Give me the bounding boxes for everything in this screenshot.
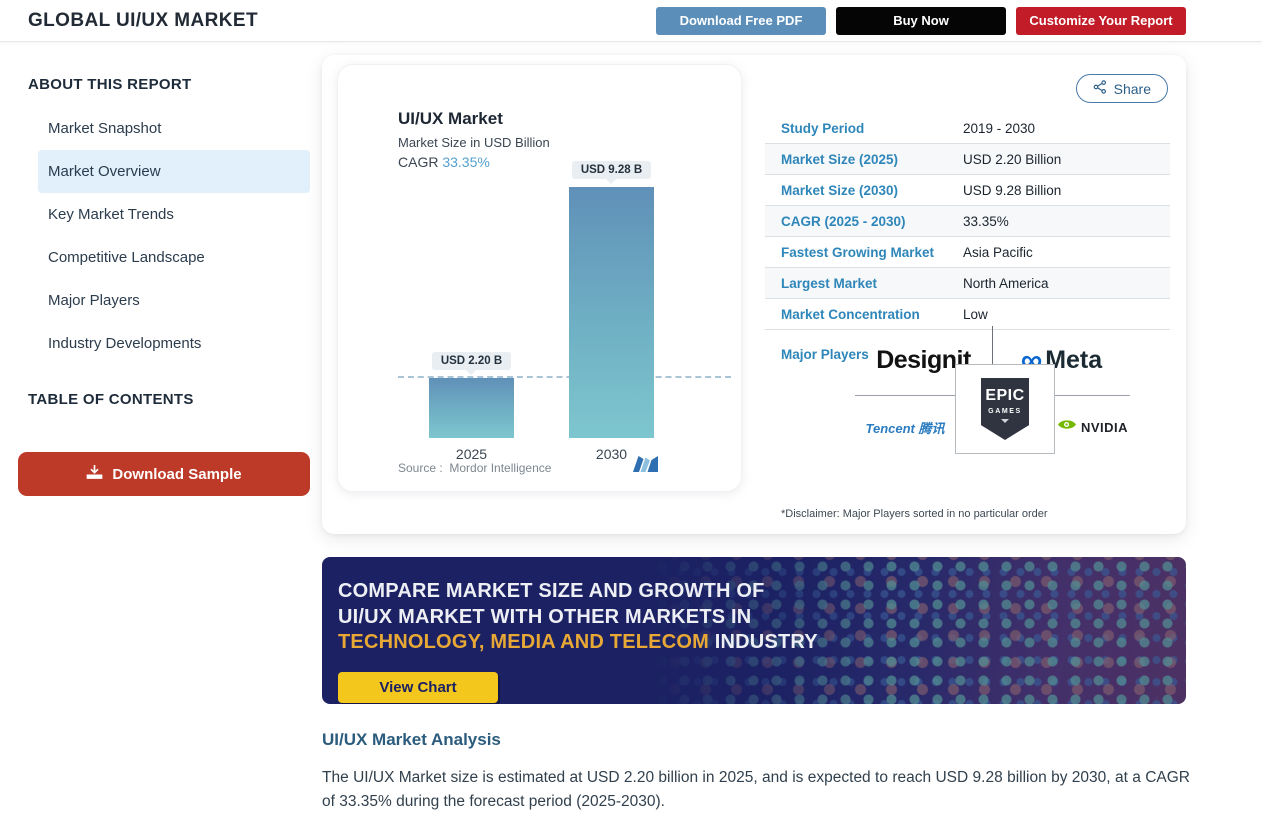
table-of-contents-heading: TABLE OF CONTENTS [28, 391, 310, 408]
header-actions: Download Free PDF Buy Now Customize Your… [656, 7, 1186, 35]
download-icon [86, 464, 103, 484]
download-sample-label: Download Sample [112, 466, 241, 483]
sidebar: ABOUT THIS REPORT Market Snapshot Market… [0, 42, 310, 814]
market-size-chart: UI/UX Market Market Size in USD Billion … [337, 64, 742, 492]
x-axis-label-2025: 2025 [429, 446, 514, 462]
market-overview-card: UI/UX Market Market Size in USD Billion … [322, 55, 1186, 534]
share-button[interactable]: Share [1076, 74, 1168, 103]
share-icon [1093, 80, 1107, 97]
bar-2030: USD 9.28 B [569, 161, 654, 438]
table-row: CAGR (2025 - 2030) 33.35% [765, 206, 1170, 237]
customize-report-button[interactable]: Customize Your Report [1016, 7, 1186, 35]
compare-market-banner: COMPARE MARKET SIZE AND GROWTH OF UI/UX … [322, 557, 1186, 704]
bar-2025: USD 2.20 B [429, 161, 514, 438]
sidebar-item-industry-developments[interactable]: Industry Developments [38, 322, 310, 365]
page-title: GLOBAL UI/UX MARKET [28, 10, 258, 32]
buy-now-button[interactable]: Buy Now [836, 7, 1006, 35]
sidebar-item-market-snapshot[interactable]: Market Snapshot [38, 107, 310, 150]
report-summary: Share Study Period 2019 - 2030 Market Si… [765, 64, 1170, 520]
chart-plot-area: USD 2.20 B USD 9.28 B 2025 2030 [398, 161, 695, 438]
view-chart-button[interactable]: View Chart [338, 672, 498, 703]
bar-2025-value-badge: USD 2.20 B [432, 352, 511, 370]
table-row: Study Period 2019 - 2030 [765, 113, 1170, 144]
market-analysis-section: UI/UX Market Analysis The UI/UX Market s… [322, 730, 1190, 814]
sidebar-item-competitive-landscape[interactable]: Competitive Landscape [38, 236, 310, 279]
mordor-intelligence-logo [633, 456, 659, 477]
table-row: Market Size (2030) USD 9.28 Billion [765, 175, 1170, 206]
table-row: Largest Market North America [765, 268, 1170, 299]
chart-source: Source : Mordor Intelligence [398, 461, 551, 475]
sidebar-item-market-overview[interactable]: Market Overview [38, 150, 310, 193]
about-report-heading: ABOUT THIS REPORT [28, 76, 310, 93]
major-players-logos: Designit ∞ Meta Tencent 腾讯 NVIDIA [855, 326, 1130, 458]
chart-title: UI/UX Market [398, 109, 741, 129]
sidebar-item-major-players[interactable]: Major Players [38, 279, 310, 322]
nvidia-eye-icon [1057, 418, 1077, 436]
bar-2030-rect [569, 187, 654, 438]
table-row: Market Size (2025) USD 2.20 Billion [765, 144, 1170, 175]
banner-highlight: TECHNOLOGY, MEDIA AND TELECOM [338, 631, 709, 653]
banner-text: COMPARE MARKET SIZE AND GROWTH OF UI/UX … [338, 579, 818, 656]
download-sample-button[interactable]: Download Sample [18, 452, 310, 496]
epic-games-shield-icon: EPIC GAMES [981, 378, 1029, 440]
analysis-heading: UI/UX Market Analysis [322, 730, 1190, 750]
nvidia-logo: NVIDIA [1055, 396, 1130, 458]
chart-subtitle: Market Size in USD Billion [398, 135, 741, 150]
epic-games-logo: EPIC GAMES [955, 364, 1055, 454]
download-free-pdf-button[interactable]: Download Free PDF [656, 7, 826, 35]
analysis-paragraph: The UI/UX Market size is estimated at US… [322, 766, 1190, 814]
table-row: Fastest Growing Market Asia Pacific [765, 237, 1170, 268]
top-header: GLOBAL UI/UX MARKET Download Free PDF Bu… [0, 0, 1262, 42]
sidebar-nav: Market Snapshot Market Overview Key Mark… [38, 107, 310, 365]
major-players-row: Major Players Designit ∞ Meta Tencent 腾讯 [765, 330, 1170, 488]
bar-2030-value-badge: USD 9.28 B [572, 161, 651, 179]
bar-2025-rect [429, 378, 514, 438]
sidebar-item-key-market-trends[interactable]: Key Market Trends [38, 193, 310, 236]
major-players-disclaimer: *Disclaimer: Major Players sorted in no … [765, 508, 1170, 520]
tencent-logo: Tencent 腾讯 [866, 418, 945, 437]
share-label: Share [1114, 81, 1151, 97]
